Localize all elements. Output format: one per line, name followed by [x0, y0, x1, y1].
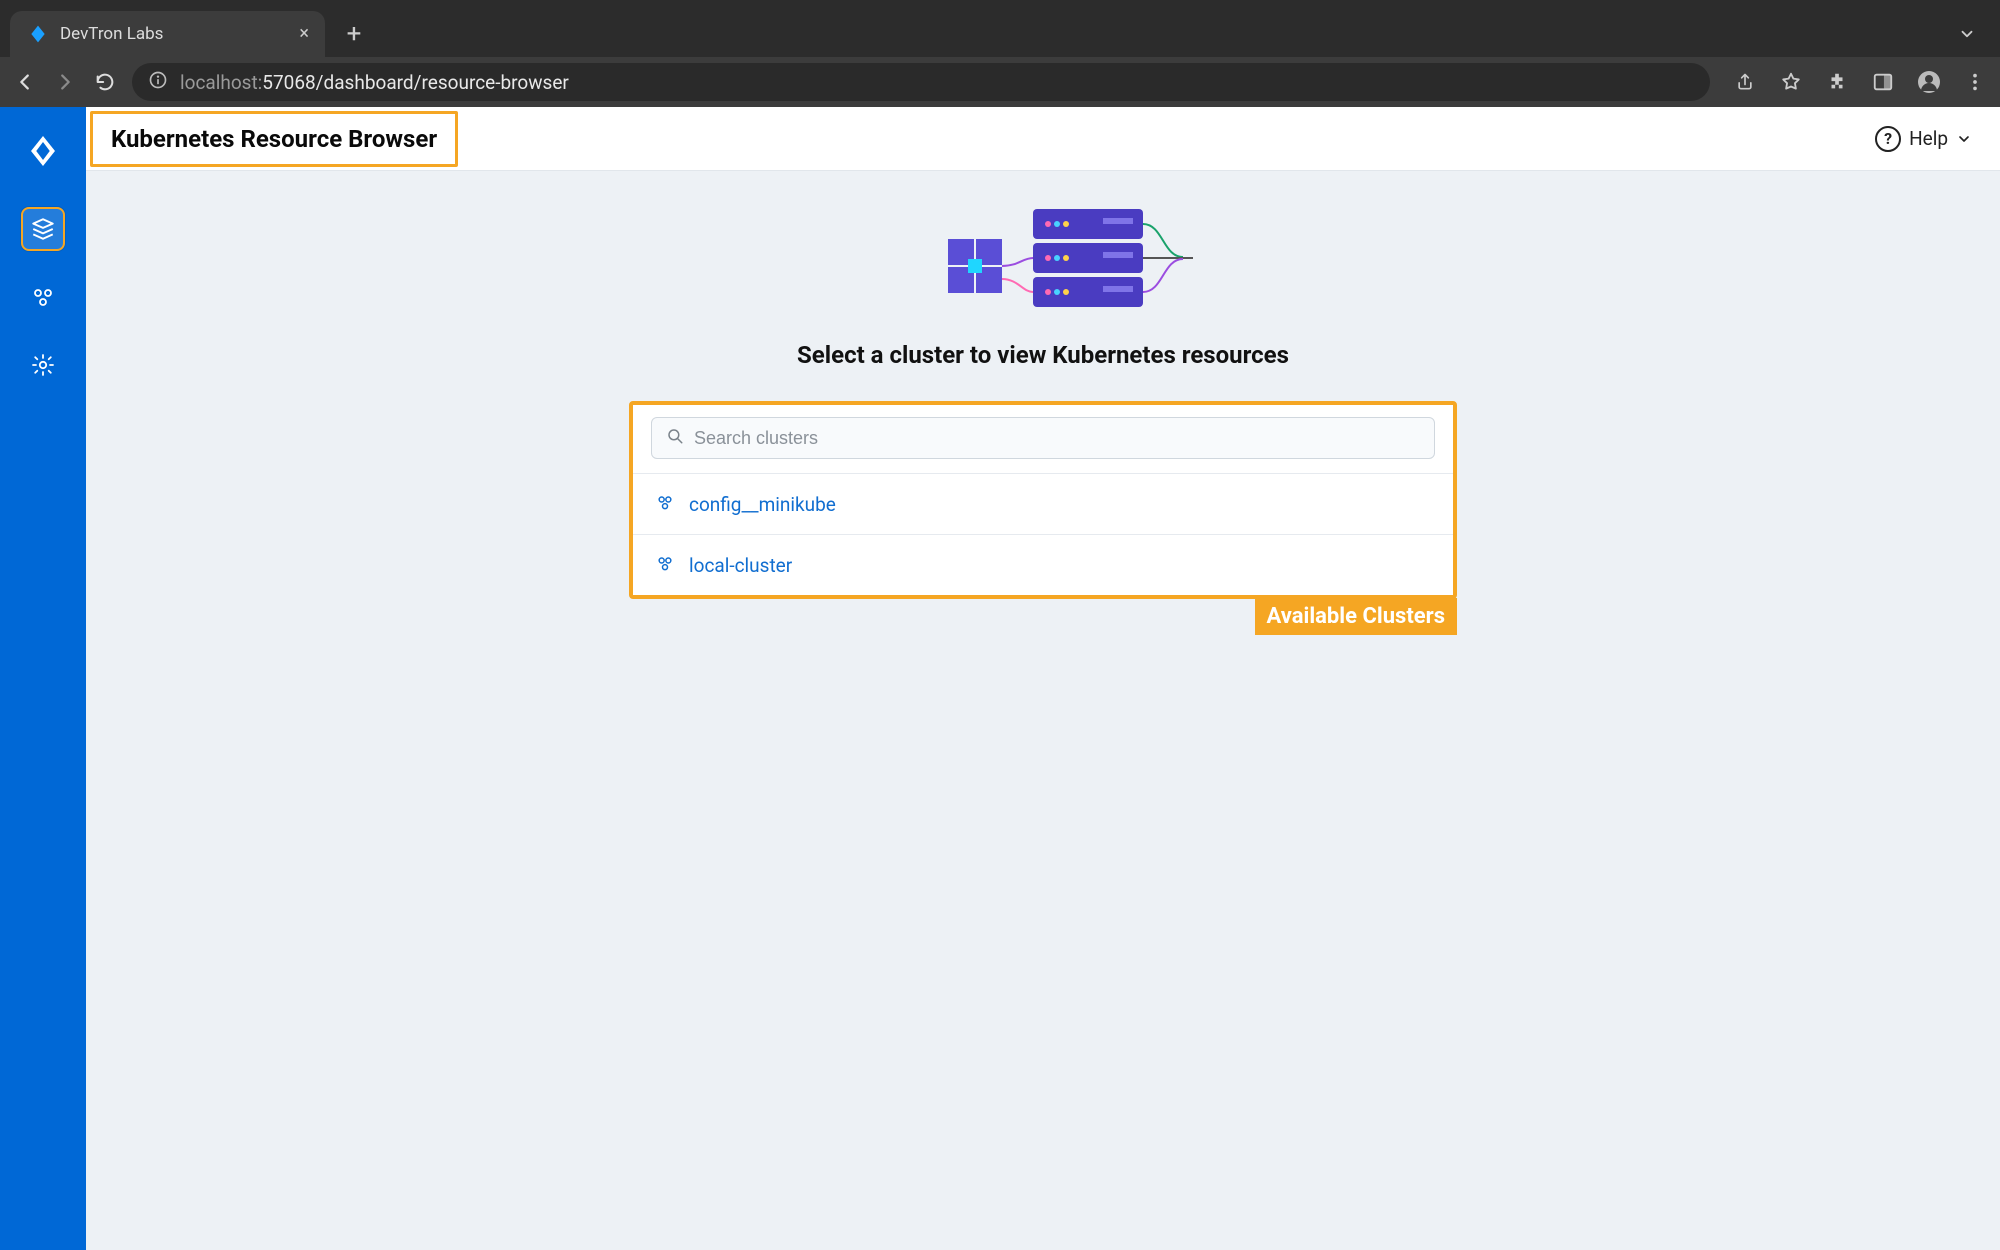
page-title: Kubernetes Resource Browser — [111, 125, 437, 153]
browser-tab[interactable]: DevTron Labs × — [10, 11, 325, 57]
search-input[interactable] — [694, 428, 1420, 449]
help-label: Help — [1909, 127, 1948, 150]
cluster-list-panel: config__minikube local-cluster Available… — [629, 401, 1457, 599]
sidebar-item-settings[interactable] — [21, 343, 65, 387]
sidepanel-icon[interactable] — [1870, 69, 1896, 95]
sidebar — [0, 107, 86, 1250]
content-heading: Select a cluster to view Kubernetes reso… — [797, 341, 1289, 369]
search-icon — [666, 427, 684, 449]
tabs-dropdown-icon[interactable] — [1958, 25, 1976, 47]
page-title-highlight-annotation: Kubernetes Resource Browser — [90, 111, 458, 167]
address-bar[interactable]: localhost:57068/dashboard/resource-brows… — [132, 63, 1710, 101]
cluster-row[interactable]: config__minikube — [633, 473, 1453, 534]
reload-button[interactable] — [92, 69, 118, 95]
help-button[interactable]: ? Help — [1875, 126, 1972, 152]
chevron-down-icon — [1956, 131, 1972, 147]
sidebar-item-clusters[interactable] — [21, 275, 65, 319]
devtron-favicon-icon — [28, 24, 48, 44]
cluster-name: local-cluster — [689, 554, 792, 577]
devtron-logo-icon[interactable] — [21, 129, 65, 173]
top-bar: Kubernetes Resource Browser ? Help — [86, 107, 2000, 171]
help-icon: ? — [1875, 126, 1901, 152]
browser-tabstrip: DevTron Labs × + — [0, 0, 2000, 57]
cluster-illustration — [893, 199, 1193, 325]
bookmark-star-icon[interactable] — [1778, 69, 1804, 95]
content-area: Select a cluster to view Kubernetes reso… — [86, 171, 2000, 1250]
cluster-icon — [655, 492, 675, 516]
forward-button[interactable] — [52, 69, 78, 95]
sidebar-item-resource-browser[interactable] — [21, 207, 65, 251]
cluster-icon — [655, 553, 675, 577]
site-info-icon[interactable] — [148, 70, 168, 95]
search-clusters-field[interactable] — [651, 417, 1435, 459]
app-root: Kubernetes Resource Browser ? Help — [0, 107, 2000, 1250]
share-icon[interactable] — [1732, 69, 1758, 95]
tab-title: DevTron Labs — [60, 24, 163, 44]
cluster-row[interactable]: local-cluster — [633, 534, 1453, 595]
browser-toolbar: localhost:57068/dashboard/resource-brows… — [0, 57, 2000, 107]
back-button[interactable] — [12, 69, 38, 95]
available-clusters-annotation: Available Clusters — [1255, 598, 1457, 635]
main-panel: Kubernetes Resource Browser ? Help — [86, 107, 2000, 1250]
url-text: localhost:57068/dashboard/resource-brows… — [180, 71, 569, 94]
extensions-icon[interactable] — [1824, 69, 1850, 95]
profile-avatar-icon[interactable] — [1916, 69, 1942, 95]
kebab-menu-icon[interactable] — [1962, 69, 1988, 95]
new-tab-button[interactable]: + — [335, 15, 373, 53]
cluster-name: config__minikube — [689, 493, 836, 516]
close-tab-icon[interactable]: × — [299, 25, 309, 43]
